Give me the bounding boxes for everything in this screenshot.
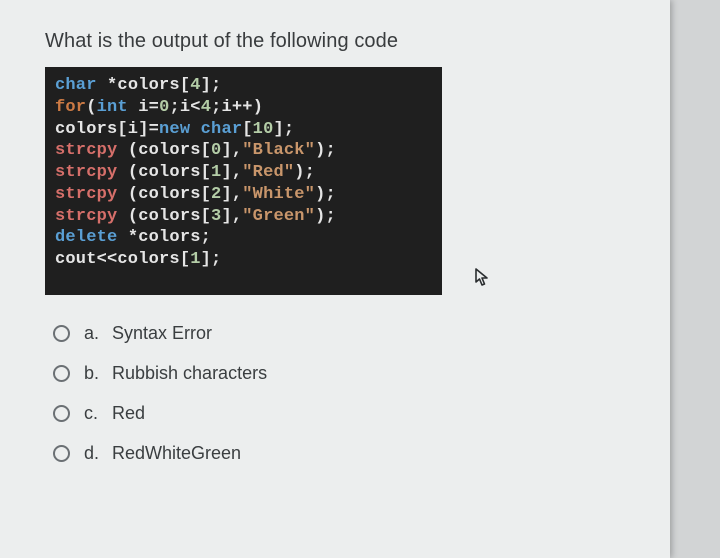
code-line-3: colors[i]=new char[10]; xyxy=(55,119,434,141)
option-b[interactable]: b. Rubbish characters xyxy=(53,363,630,384)
code-block: char *colors[4]; for(int i=0;i<4;i++) co… xyxy=(45,67,442,295)
options-list: a. Syntax Error b. Rubbish characters c.… xyxy=(45,323,630,464)
option-letter: a. xyxy=(84,323,112,344)
option-letter: d. xyxy=(84,443,112,464)
option-a[interactable]: a. Syntax Error xyxy=(53,323,630,344)
code-line-4: strcpy (colors[0],"Black"); xyxy=(55,140,434,162)
quiz-page: What is the output of the following code… xyxy=(0,0,670,558)
code-line-8: delete *colors; xyxy=(55,227,434,249)
code-line-5: strcpy (colors[1],"Red"); xyxy=(55,162,434,184)
option-d[interactable]: d. RedWhiteGreen xyxy=(53,443,630,464)
code-line-7: strcpy (colors[3],"Green"); xyxy=(55,206,434,228)
option-text: Syntax Error xyxy=(112,323,212,344)
radio-icon[interactable] xyxy=(53,365,70,382)
option-letter: b. xyxy=(84,363,112,384)
option-c[interactable]: c. Red xyxy=(53,403,630,424)
option-text: RedWhiteGreen xyxy=(112,443,241,464)
code-line-1: char *colors[4]; xyxy=(55,75,434,97)
option-text: Red xyxy=(112,403,145,424)
question-text: What is the output of the following code xyxy=(45,30,630,53)
code-line-2: for(int i=0;i<4;i++) xyxy=(55,97,434,119)
radio-icon[interactable] xyxy=(53,325,70,342)
radio-icon[interactable] xyxy=(53,445,70,462)
option-text: Rubbish characters xyxy=(112,363,267,384)
code-line-6: strcpy (colors[2],"White"); xyxy=(55,184,434,206)
mouse-cursor-icon xyxy=(475,268,493,290)
code-line-9: cout<<colors[1]; xyxy=(55,249,434,271)
radio-icon[interactable] xyxy=(53,405,70,422)
option-letter: c. xyxy=(84,403,112,424)
